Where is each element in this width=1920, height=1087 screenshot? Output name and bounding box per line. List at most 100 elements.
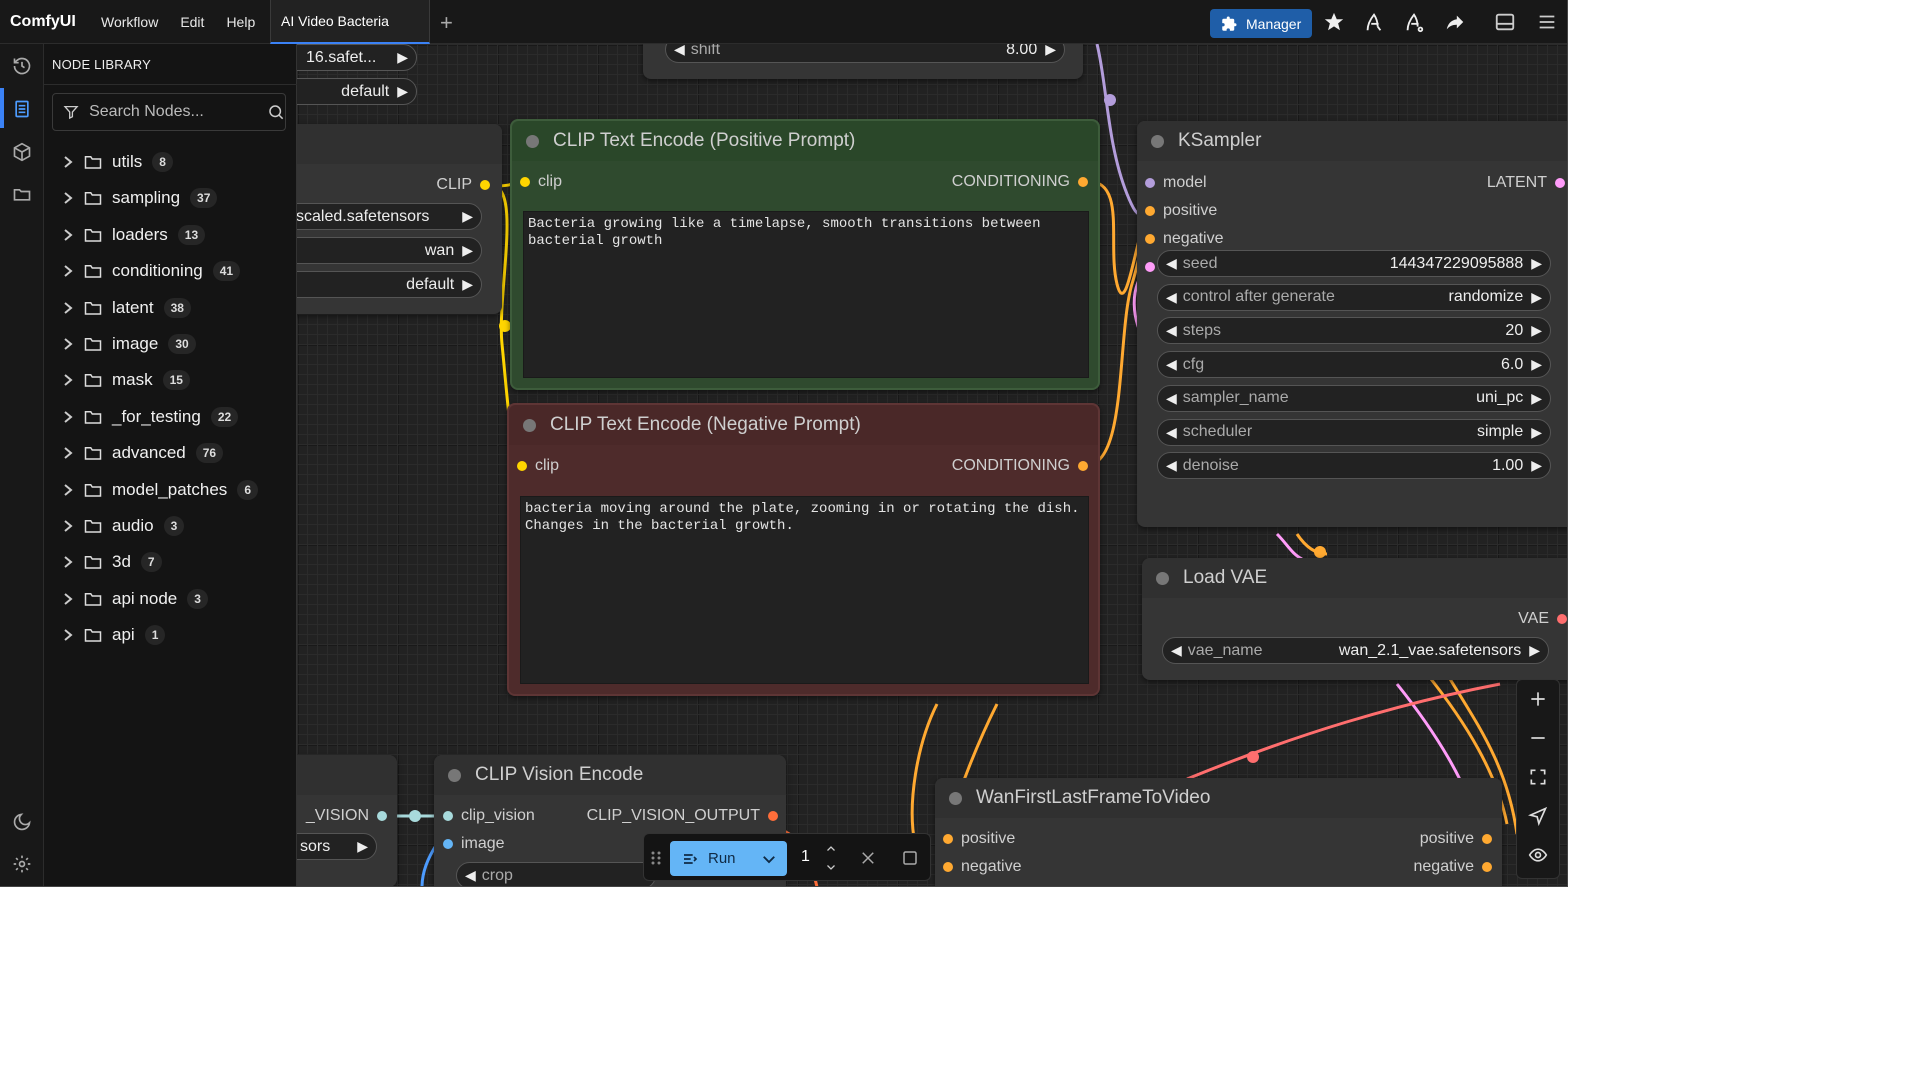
toggle-links-eye-icon[interactable] <box>1528 845 1548 865</box>
menu-workflow[interactable]: Workflow <box>90 14 169 30</box>
arrow-left-icon[interactable]: ◀ <box>1166 255 1177 272</box>
input-positive[interactable]: positive <box>943 830 1015 848</box>
widget-scheduler[interactable]: ◀ scheduler simple ▶ <box>1157 418 1551 446</box>
chevron-right-icon[interactable] <box>62 337 74 351</box>
slot-dot[interactable] <box>520 177 530 187</box>
slot-dot[interactable] <box>443 811 453 821</box>
slot-dot[interactable] <box>1557 614 1567 624</box>
slot-dot[interactable] <box>1078 461 1088 471</box>
tree-item-advanced[interactable]: advanced 76 <box>62 439 224 467</box>
stop-square-icon[interactable] <box>901 849 919 867</box>
input-clip[interactable]: clip <box>517 457 559 475</box>
zoom-out-icon[interactable] <box>1528 728 1548 748</box>
tree-item-loaders[interactable]: loaders 13 <box>62 221 206 249</box>
widget-control-after-generate[interactable]: ◀ control after generate randomize ▶ <box>1157 283 1551 311</box>
arrow-right-icon[interactable]: ▶ <box>1531 457 1542 474</box>
settings-gear-icon[interactable] <box>12 854 32 874</box>
chevron-right-icon[interactable] <box>62 301 74 315</box>
arrow-left-icon[interactable]: ◀ <box>1171 642 1182 659</box>
slot-dot[interactable] <box>943 862 953 872</box>
conda-alt-icon[interactable] <box>1403 11 1425 33</box>
arrow-right-icon[interactable]: ▶ <box>462 208 473 225</box>
slot-dot[interactable] <box>443 839 453 849</box>
chevron-down-small-icon[interactable] <box>824 861 838 873</box>
conda-icon[interactable] <box>1363 11 1385 33</box>
chevron-right-icon[interactable] <box>62 446 74 460</box>
widget-denoise[interactable]: ◀ denoise 1.00 ▶ <box>1157 452 1551 480</box>
output-negative[interactable]: negative <box>1414 858 1492 876</box>
chevron-right-icon[interactable] <box>62 191 74 205</box>
chevron-up-icon[interactable] <box>824 843 838 855</box>
tree-item-conditioning[interactable]: conditioning 41 <box>62 257 241 285</box>
arrow-right-icon[interactable]: ▶ <box>1531 424 1542 441</box>
input-image[interactable]: image <box>443 835 505 853</box>
widget-crop[interactable]: ◀ crop <box>456 862 656 886</box>
slot-dot[interactable] <box>943 834 953 844</box>
slot-dot[interactable] <box>480 180 490 190</box>
arrow-right-icon[interactable]: ▶ <box>462 276 473 293</box>
star-icon[interactable] <box>1323 11 1345 33</box>
collapse-dot[interactable] <box>1156 571 1169 585</box>
widget-clip-vision-name[interactable]: sors ▶ <box>297 833 377 860</box>
collapse-dot[interactable] <box>1151 134 1164 148</box>
chevron-right-icon[interactable] <box>62 410 74 424</box>
graph-canvas[interactable]: 16.safet... ▶ default ▶ ◀ shift 8.00 ▶ CLI… <box>297 44 1567 886</box>
search-box[interactable] <box>52 93 286 131</box>
slot-dot[interactable] <box>517 461 527 471</box>
workflows-folder-icon[interactable] <box>12 184 32 204</box>
tree-item-mask[interactable]: mask 15 <box>62 366 190 394</box>
drag-handle-icon[interactable] <box>650 850 662 866</box>
arrow-right-icon[interactable]: ▶ <box>1531 289 1542 306</box>
slot-dot[interactable] <box>1145 206 1155 216</box>
arrow-right-icon[interactable]: ▶ <box>462 242 473 259</box>
collapse-dot[interactable] <box>949 791 962 805</box>
input-model[interactable]: model <box>1145 174 1207 192</box>
filter-icon[interactable] <box>63 103 79 121</box>
tab-workflow[interactable]: AI Video Bacteria <box>270 0 430 44</box>
arrow-right-icon[interactable]: ▶ <box>397 49 408 66</box>
slot-dot[interactable] <box>377 811 387 821</box>
node-clip-text-encode-positive[interactable]: CLIP Text Encode (Positive Prompt) clip … <box>510 119 1100 390</box>
arrow-left-icon[interactable]: ◀ <box>1166 289 1177 306</box>
chevron-right-icon[interactable] <box>62 483 74 497</box>
output-conditioning[interactable]: CONDITIONING <box>952 173 1088 191</box>
tree-item-api-node[interactable]: api node 3 <box>62 585 208 613</box>
widget-vae-name[interactable]: ◀ vae_name wan_2.1_vae.safetensors ▶ <box>1162 637 1549 664</box>
arrow-left-icon[interactable]: ◀ <box>1166 322 1177 339</box>
chevron-right-icon[interactable] <box>62 264 74 278</box>
search-icon[interactable] <box>267 102 285 122</box>
chevron-down-icon[interactable] <box>760 850 778 868</box>
hamburger-menu-icon[interactable] <box>1536 11 1558 33</box>
output-vae[interactable]: VAE <box>1518 610 1567 628</box>
tree-item--for-testing[interactable]: _for_testing 22 <box>62 403 239 431</box>
tree-item-utils[interactable]: utils 8 <box>62 148 173 176</box>
prompt-textarea[interactable]: Bacteria growing like a timelapse, smoot… <box>523 211 1089 378</box>
tree-item-image[interactable]: image 30 <box>62 330 196 358</box>
tree-item-latent[interactable]: latent 38 <box>62 294 191 322</box>
widget-seed[interactable]: ◀ seed 144347229095888 ▶ <box>1157 250 1551 277</box>
collapse-dot[interactable] <box>523 418 536 432</box>
widget-clip-device[interactable]: default ▶ <box>297 271 482 298</box>
output-latent[interactable]: LATENT <box>1487 174 1565 192</box>
chevron-right-icon[interactable] <box>62 628 74 642</box>
output-clip-vision-output[interactable]: CLIP_VISION_OUTPUT <box>587 807 778 825</box>
node-partial-top-left[interactable]: 16.safet... ▶ default ▶ <box>297 44 422 105</box>
menu-help[interactable]: Help <box>215 14 266 30</box>
select-mode-icon[interactable] <box>1528 806 1548 826</box>
slot-dot[interactable] <box>1482 862 1492 872</box>
tree-item-sampling[interactable]: sampling 37 <box>62 184 218 212</box>
arrow-left-icon[interactable]: ◀ <box>674 44 685 58</box>
share-icon[interactable] <box>1444 11 1466 33</box>
slot-dot[interactable] <box>1145 262 1155 272</box>
node-ksampler[interactable]: KSampler LATENT modelpositivenegativelat… <box>1137 121 1567 527</box>
widget-model-name[interactable]: 16.safet... ▶ <box>297 44 417 71</box>
widget-clip-type[interactable]: wan ▶ <box>297 237 482 264</box>
theme-moon-icon[interactable] <box>12 812 32 832</box>
chevron-right-icon[interactable] <box>62 228 74 242</box>
arrow-right-icon[interactable]: ▶ <box>357 838 368 855</box>
slot-dot[interactable] <box>1482 834 1492 844</box>
tree-item-api[interactable]: api 1 <box>62 621 166 649</box>
add-tab-button[interactable]: + <box>440 10 453 36</box>
node-wan-first-last-frame-to-video[interactable]: WanFirstLastFrameToVideo positive negati… <box>935 778 1502 886</box>
widget-steps[interactable]: ◀ steps 20 ▶ <box>1157 317 1551 345</box>
